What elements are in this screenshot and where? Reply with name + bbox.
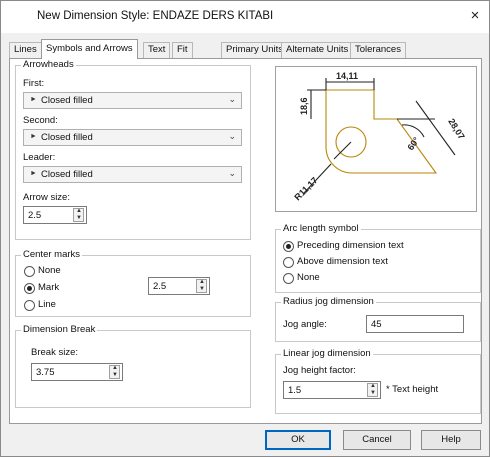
first-arrow-select[interactable]: ► Closed filled ⌄: [23, 92, 242, 109]
closed-filled-arrow-icon: ►: [30, 170, 37, 177]
preview-drawing: 14,11 18,6 28,07 60° R11,17: [292, 71, 466, 202]
break-size-spinner[interactable]: 3.75 ▲ ▼: [31, 363, 123, 381]
tab-symbols-and-arrows[interactable]: Symbols and Arrows: [41, 39, 138, 59]
spin-up-icon[interactable]: ▲: [76, 208, 82, 214]
second-arrow-value: Closed filled: [41, 132, 93, 143]
spin-up-icon[interactable]: ▲: [199, 279, 205, 285]
break-size-label: Break size:: [31, 347, 78, 358]
dimension-break-group: Dimension Break Break size: 3.75 ▲ ▼: [15, 324, 251, 408]
dim-label-top: 14,11: [336, 71, 358, 81]
linear-jog-title: Linear jog dimension: [281, 348, 373, 360]
spin-up-icon[interactable]: ▲: [370, 383, 376, 389]
center-marks-title: Center marks: [21, 249, 83, 261]
dim-label-right: 28,07: [446, 117, 466, 141]
dim-line-right: [415, 100, 456, 156]
dimension-style-dialog: New Dimension Style: ENDAZE DERS KITABI …: [0, 0, 490, 457]
break-size-value: 3.75: [36, 367, 55, 378]
arrowheads-title: Arrowheads: [21, 59, 76, 71]
spin-up-icon[interactable]: ▲: [112, 365, 118, 371]
center-mark-line-label: Line: [38, 299, 56, 310]
linear-jog-group: Linear jog dimension Jog height factor: …: [275, 348, 481, 414]
jog-height-factor-spinner[interactable]: 1.5 ▲ ▼: [283, 381, 381, 399]
close-icon[interactable]: ×: [467, 7, 483, 25]
ok-button[interactable]: OK: [265, 430, 331, 450]
spin-buttons[interactable]: ▲ ▼: [109, 365, 120, 379]
second-arrow-select[interactable]: ► Closed filled ⌄: [23, 129, 242, 146]
spin-buttons[interactable]: ▲ ▼: [196, 279, 207, 293]
spin-down-icon[interactable]: ▼: [112, 372, 118, 378]
arrow-size-spinner[interactable]: 2.5 ▲ ▼: [23, 206, 87, 224]
chevron-down-icon: ⌄: [228, 94, 236, 104]
spin-down-icon[interactable]: ▼: [370, 390, 376, 396]
arc-length-group: Arc length symbol Preceding dimension te…: [275, 223, 481, 293]
arrowheads-group: Arrowheads First: ► Closed filled ⌄ Seco…: [15, 59, 251, 240]
center-mark-line-radio[interactable]: [24, 300, 35, 311]
arc-preceding-radio[interactable]: [283, 241, 294, 252]
arrow-size-value: 2.5: [28, 210, 42, 221]
tab-tolerances[interactable]: Tolerances: [350, 42, 406, 58]
radius-jog-title: Radius jog dimension: [281, 296, 376, 308]
first-arrow-label: First:: [23, 78, 45, 89]
leader-arrow-label: Leader:: [23, 152, 56, 163]
text-height-suffix: * Text height: [386, 384, 439, 395]
spin-down-icon[interactable]: ▼: [199, 286, 205, 292]
tab-lines[interactable]: Lines: [9, 42, 42, 58]
tab-primary-units[interactable]: Primary Units: [221, 42, 289, 58]
radius-jog-group: Radius jog dimension Jog angle: 45: [275, 296, 481, 342]
arc-none-radio[interactable]: [283, 273, 294, 284]
jog-height-factor-value: 1.5: [288, 385, 302, 396]
help-button[interactable]: Help: [421, 430, 481, 450]
center-mark-mark-label: Mark: [38, 282, 60, 293]
jog-height-factor-label: Jog height factor:: [283, 365, 356, 376]
chevron-down-icon: ⌄: [228, 131, 236, 141]
leader-arrow-value: Closed filled: [41, 169, 93, 180]
arc-none-label: None: [297, 272, 320, 283]
second-arrow-label: Second:: [23, 115, 58, 126]
cancel-button[interactable]: Cancel: [343, 430, 411, 450]
jog-angle-input[interactable]: 45: [366, 315, 464, 333]
closed-filled-arrow-icon: ►: [30, 133, 37, 140]
first-arrow-value: Closed filled: [41, 95, 93, 106]
center-mark-none-label: None: [38, 265, 61, 276]
spin-buttons[interactable]: ▲ ▼: [367, 383, 378, 397]
spin-buttons[interactable]: ▲ ▼: [73, 208, 84, 222]
arc-preceding-label: Preceding dimension text: [297, 240, 404, 251]
dim-label-radius: R11,17: [292, 175, 319, 202]
title-bar: New Dimension Style: ENDAZE DERS KITABI …: [1, 1, 489, 33]
dialog-title: New Dimension Style: ENDAZE DERS KITABI: [37, 10, 274, 22]
arc-above-radio[interactable]: [283, 257, 294, 268]
center-marks-group: Center marks None Mark Line 2.5 ▲ ▼: [15, 249, 251, 317]
tab-alternate-units[interactable]: Alternate Units: [281, 42, 354, 58]
spin-down-icon[interactable]: ▼: [76, 215, 82, 221]
dimension-preview: 14,11 18,6 28,07 60° R11,17: [275, 66, 477, 212]
arrow-size-label: Arrow size:: [23, 192, 70, 203]
leader-arrow-select[interactable]: ► Closed filled ⌄: [23, 166, 242, 183]
center-mark-size-value: 2.5: [153, 281, 167, 292]
tab-text[interactable]: Text: [143, 42, 171, 58]
chevron-down-icon: ⌄: [228, 168, 236, 178]
tab-panel: Arrowheads First: ► Closed filled ⌄ Seco…: [9, 58, 482, 424]
tab-fit[interactable]: Fit: [172, 42, 193, 58]
jog-angle-value: 45: [371, 319, 382, 330]
closed-filled-arrow-icon: ►: [30, 96, 37, 103]
arc-length-title: Arc length symbol: [281, 223, 361, 235]
dim-label-left: 18,6: [299, 97, 309, 115]
center-mark-none-radio[interactable]: [24, 266, 35, 277]
center-mark-mark-radio[interactable]: [24, 283, 35, 294]
dimension-break-title: Dimension Break: [21, 324, 98, 336]
center-mark-size-spinner[interactable]: 2.5 ▲ ▼: [148, 277, 210, 295]
arc-above-label: Above dimension text: [297, 256, 388, 267]
jog-angle-label: Jog angle:: [283, 319, 327, 330]
